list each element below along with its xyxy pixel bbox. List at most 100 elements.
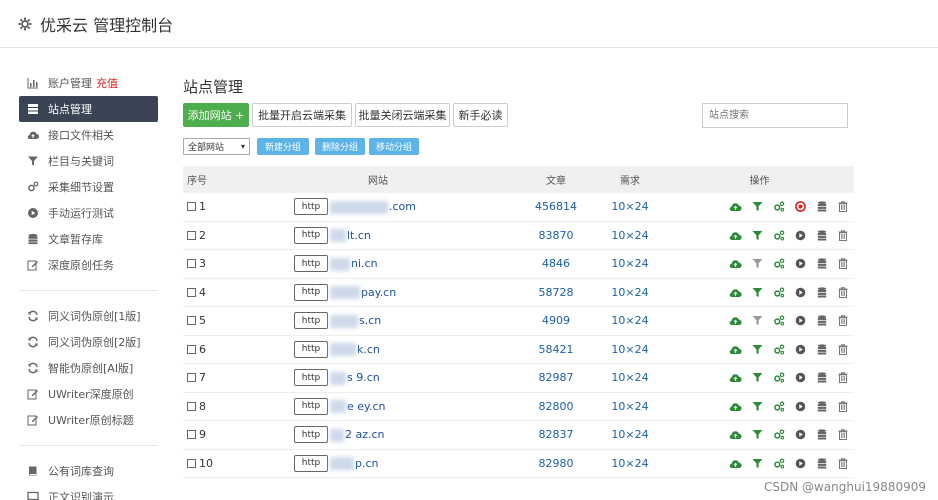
site-domain-wrap[interactable]: s.cn	[330, 314, 381, 328]
sidebar-item[interactable]: 站点管理	[19, 96, 158, 122]
cloud-upload-icon[interactable]	[725, 315, 747, 326]
trash-icon[interactable]	[833, 372, 855, 384]
cloud-upload-icon[interactable]	[725, 344, 747, 355]
play-circle-icon[interactable]	[790, 372, 812, 383]
filter-icon[interactable]	[747, 287, 769, 298]
filter-icon[interactable]	[747, 315, 769, 326]
site-domain-wrap[interactable]: lt.cn	[330, 229, 371, 242]
cloud-upload-icon[interactable]	[725, 458, 747, 469]
cloud-upload-icon[interactable]	[725, 230, 747, 241]
cogs-icon[interactable]	[768, 258, 790, 269]
database-icon[interactable]	[811, 372, 833, 383]
database-icon[interactable]	[811, 258, 833, 269]
recharge-link[interactable]: 充值	[96, 75, 118, 91]
article-count[interactable]: 82837	[517, 428, 595, 441]
row-checkbox[interactable]	[187, 430, 196, 440]
filter-icon[interactable]	[747, 344, 769, 355]
row-checkbox[interactable]	[187, 230, 196, 240]
demand-value[interactable]: 10×24	[595, 400, 665, 413]
demand-value[interactable]: 10×24	[595, 314, 665, 327]
filter-icon[interactable]	[747, 258, 769, 269]
filter-icon[interactable]	[747, 429, 769, 440]
sidebar-item[interactable]: 接口文件相关	[19, 122, 158, 148]
cloud-upload-icon[interactable]	[725, 401, 747, 412]
sidebar-item[interactable]: UWriter深度原创	[19, 381, 158, 407]
database-icon[interactable]	[811, 315, 833, 326]
site-domain-wrap[interactable]: pay.cn	[330, 286, 396, 299]
cloud-upload-icon[interactable]	[725, 258, 747, 269]
delete-group-button[interactable]: 删除分组	[315, 138, 365, 155]
row-checkbox[interactable]	[187, 202, 196, 212]
sidebar-item[interactable]: 文章暂存库	[19, 226, 158, 252]
site-domain-wrap[interactable]: 2 az.cn	[330, 428, 385, 442]
batch-close-collect-button[interactable]: 批量关闭云端采集	[355, 103, 450, 127]
filter-icon[interactable]	[747, 372, 769, 383]
play-circle-icon[interactable]	[790, 201, 812, 213]
cogs-icon[interactable]	[768, 429, 790, 440]
demand-value[interactable]: 10×24	[595, 200, 665, 213]
cogs-icon[interactable]	[768, 344, 790, 355]
sidebar-item[interactable]: 采集细节设置	[19, 174, 158, 200]
trash-icon[interactable]	[833, 429, 855, 441]
demand-value[interactable]: 10×24	[595, 428, 665, 441]
article-count[interactable]: 83870	[517, 229, 595, 242]
cogs-icon[interactable]	[768, 372, 790, 383]
play-circle-icon[interactable]	[790, 344, 812, 355]
play-circle-icon[interactable]	[790, 287, 812, 298]
article-count[interactable]: 82987	[517, 371, 595, 384]
play-circle-icon[interactable]	[790, 258, 812, 269]
sidebar-item[interactable]: 栏目与关键词	[19, 148, 158, 174]
sidebar-item[interactable]: 账户管理 充值	[19, 70, 158, 96]
sidebar-item[interactable]: 同义词伪原创[2版]	[19, 329, 158, 355]
trash-icon[interactable]	[833, 201, 855, 213]
site-domain-wrap[interactable]: ni.cn	[330, 257, 378, 271]
article-count[interactable]: 456814	[517, 200, 595, 213]
trash-icon[interactable]	[833, 458, 855, 469]
row-checkbox[interactable]	[187, 401, 196, 411]
article-count[interactable]: 4846	[517, 257, 595, 270]
database-icon[interactable]	[811, 401, 833, 412]
play-circle-icon[interactable]	[790, 458, 812, 469]
trash-icon[interactable]	[833, 258, 855, 270]
cogs-icon[interactable]	[768, 315, 790, 326]
site-filter-select[interactable]: 全部网站 ▾	[183, 138, 250, 155]
sidebar-item[interactable]: 公有词库查询	[19, 458, 158, 484]
trash-icon[interactable]	[833, 287, 855, 298]
demand-value[interactable]: 10×24	[595, 229, 665, 242]
row-checkbox[interactable]	[187, 259, 196, 269]
cogs-icon[interactable]	[768, 201, 790, 212]
filter-icon[interactable]	[747, 401, 769, 412]
cloud-upload-icon[interactable]	[725, 372, 747, 383]
trash-icon[interactable]	[833, 315, 855, 327]
cloud-upload-icon[interactable]	[725, 287, 747, 298]
play-circle-icon[interactable]	[790, 315, 812, 326]
play-circle-icon[interactable]	[790, 429, 812, 440]
sidebar-item[interactable]: UWriter原创标题	[19, 407, 158, 433]
article-count[interactable]: 4909	[517, 314, 595, 327]
cloud-upload-icon[interactable]	[725, 201, 747, 212]
cogs-icon[interactable]	[768, 458, 790, 469]
demand-value[interactable]: 10×24	[595, 457, 665, 470]
sidebar-item[interactable]: 同义词伪原创[1版]	[19, 303, 158, 329]
article-count[interactable]: 58421	[517, 343, 595, 356]
trash-icon[interactable]	[833, 230, 855, 241]
new-group-button[interactable]: 新建分组	[257, 138, 309, 155]
demand-value[interactable]: 10×24	[595, 343, 665, 356]
row-checkbox[interactable]	[187, 316, 196, 326]
database-icon[interactable]	[811, 201, 833, 212]
site-domain-wrap[interactable]: k.cn	[330, 343, 380, 356]
batch-open-collect-button[interactable]: 批量开启云端采集	[252, 103, 352, 127]
sidebar-item[interactable]: 手动运行测试	[19, 200, 158, 226]
cogs-icon[interactable]	[768, 230, 790, 241]
play-circle-icon[interactable]	[790, 401, 812, 412]
database-icon[interactable]	[811, 287, 833, 298]
cloud-upload-icon[interactable]	[725, 429, 747, 440]
filter-icon[interactable]	[747, 458, 769, 469]
database-icon[interactable]	[811, 344, 833, 355]
add-site-button[interactable]: 添加网站 +	[183, 103, 249, 127]
database-icon[interactable]	[811, 429, 833, 440]
row-checkbox[interactable]	[187, 287, 196, 297]
sidebar-item[interactable]: 智能伪原创[AI版]	[19, 355, 158, 381]
cogs-icon[interactable]	[768, 401, 790, 412]
demand-value[interactable]: 10×24	[595, 371, 665, 384]
